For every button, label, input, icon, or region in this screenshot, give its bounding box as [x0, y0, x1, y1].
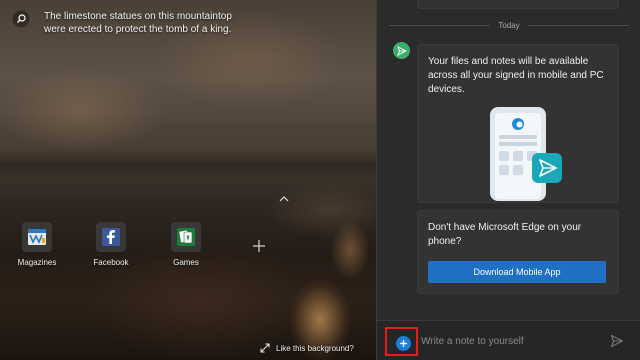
quick-link-facebook[interactable]: Facebook [81, 222, 141, 267]
magazines-icon [22, 222, 52, 252]
download-mobile-app-button[interactable]: Download Mobile App [428, 261, 606, 283]
quick-link-magazines[interactable]: Magazines [7, 222, 67, 267]
message-text: Your files and notes will be available a… [428, 56, 604, 95]
background-caption[interactable]: The limestone statues on this mountainto… [44, 10, 234, 36]
new-tab-background: The limestone statues on this mountainto… [0, 0, 376, 360]
background-shade [0, 150, 376, 180]
add-attachment-button[interactable] [396, 336, 411, 351]
add-quick-link-icon[interactable] [250, 237, 268, 255]
notes-panel: Today Your files and notes will be avail… [376, 0, 640, 360]
like-background-label: Like this background? [276, 343, 354, 353]
games-icon [171, 222, 201, 252]
separator-line [389, 24, 491, 26]
note-input[interactable] [421, 333, 591, 349]
message-text: Don't have Microsoft Edge on your phone? [428, 222, 582, 247]
expand-icon [260, 343, 270, 353]
plus-icon [400, 340, 407, 347]
like-background-link[interactable]: Like this background? [260, 343, 354, 353]
quick-link-label: Games [173, 258, 199, 267]
phone-sync-illustration [490, 107, 562, 201]
facebook-icon [96, 222, 126, 252]
chevron-up-icon[interactable] [278, 195, 290, 203]
highlight-box [385, 327, 418, 356]
quick-link-games[interactable]: Games [156, 222, 216, 267]
search-icon[interactable] [12, 10, 30, 28]
message-card: Don't have Microsoft Edge on your phone?… [417, 210, 619, 294]
send-plane-icon [396, 45, 407, 56]
note-composer [377, 320, 640, 360]
quick-link-label: Magazines [17, 258, 57, 267]
date-separator: Today [389, 19, 630, 31]
separator-line [527, 24, 630, 26]
message-card: Your files and notes will be available a… [417, 44, 619, 203]
send-icon[interactable] [610, 334, 624, 348]
background-light-secondary [330, 220, 370, 280]
sender-avatar [393, 42, 410, 59]
previous-message-card [417, 0, 619, 9]
quick-link-label: Facebook [93, 258, 129, 267]
date-label: Today [498, 20, 520, 30]
